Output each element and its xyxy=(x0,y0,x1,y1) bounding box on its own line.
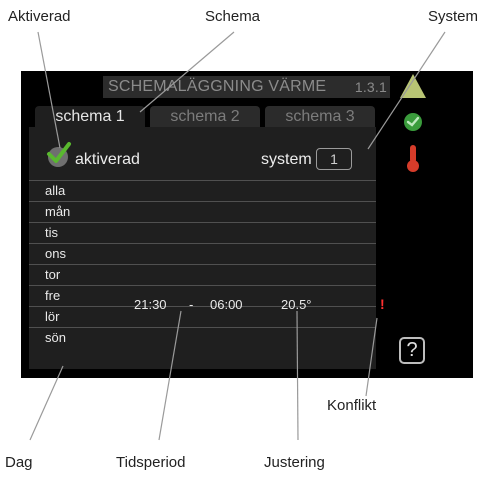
callout-line-system xyxy=(367,31,446,150)
callout-line-dag xyxy=(29,365,64,441)
callout-line-tidsperiod xyxy=(158,310,182,441)
callout-line-konflikt xyxy=(365,317,378,397)
callout-lines xyxy=(29,31,446,441)
callout-line-schema xyxy=(139,31,235,113)
callout-line-justering xyxy=(296,310,299,441)
callout-line-aktiverad xyxy=(37,31,61,149)
